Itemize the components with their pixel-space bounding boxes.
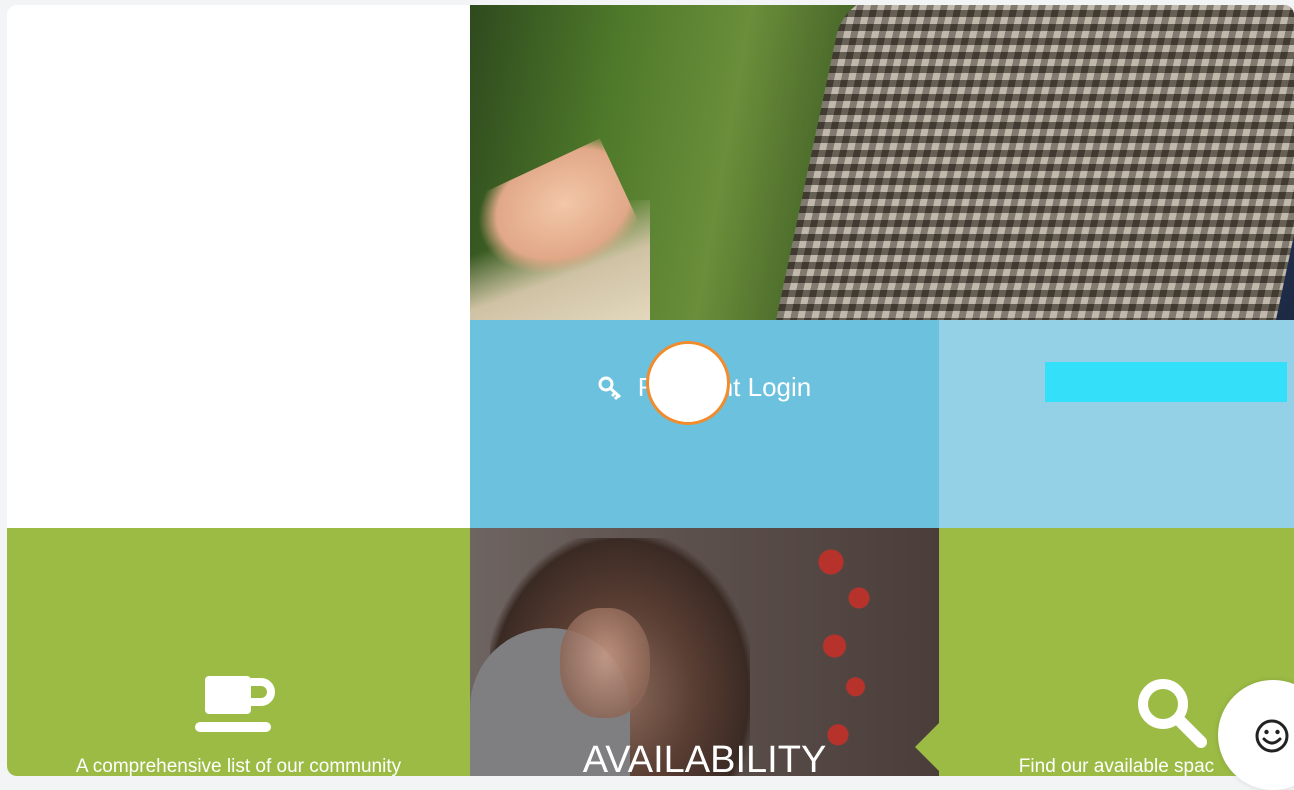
hero-photo [470, 5, 1294, 320]
availability-title: AVAILABILITY [582, 739, 827, 776]
light-blue-tile[interactable] [939, 320, 1294, 528]
search-icon [1138, 679, 1207, 748]
smile-icon [1255, 719, 1289, 753]
click-marker [646, 341, 730, 425]
community-text: A comprehensive list of our community [75, 756, 402, 776]
cup-icon [195, 676, 275, 732]
availability-tile[interactable]: AVAILABILITY [470, 528, 939, 776]
arrow-left-icon [915, 723, 939, 771]
redacted-label [1045, 362, 1287, 402]
key-icon [598, 376, 621, 400]
community-tile[interactable]: A comprehensive list of our community [7, 528, 470, 776]
